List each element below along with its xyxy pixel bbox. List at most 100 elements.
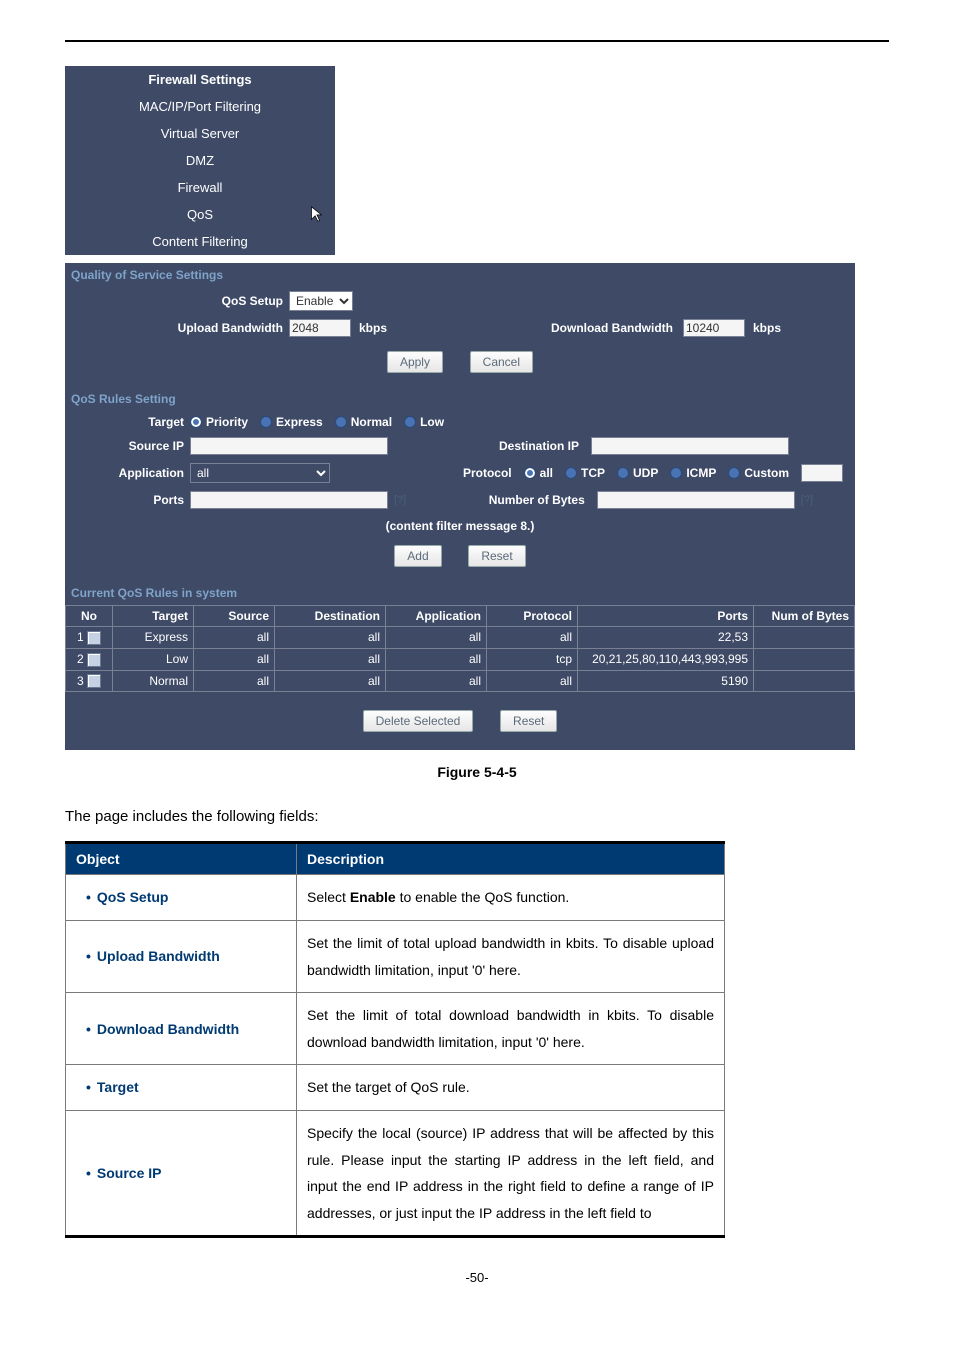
row3-dest: all (275, 670, 386, 692)
download-bw-input[interactable] (683, 319, 745, 337)
nav-item-dmz[interactable]: DMZ (65, 147, 335, 174)
bytes-label: Number of Bytes (489, 493, 591, 507)
nav-item-qos-label: QoS (187, 207, 213, 222)
application-select[interactable]: all (190, 463, 330, 483)
row2-checkbox[interactable] (87, 653, 101, 667)
reset-button[interactable]: Reset (468, 545, 525, 567)
row3-ports: 5190 (578, 670, 754, 692)
th-protocol: Protocol (487, 606, 578, 627)
download-bw-unit: kbps (745, 321, 789, 335)
cancel-button[interactable]: Cancel (470, 351, 533, 373)
row1-app: all (386, 627, 487, 649)
th-numbytes: Num of Bytes (754, 606, 855, 627)
row2-bytes (754, 648, 855, 670)
row2-dest: all (275, 648, 386, 670)
apply-button[interactable]: Apply (387, 351, 443, 373)
source-ip-input[interactable] (190, 437, 388, 455)
upload-bw-label: Upload Bandwidth (71, 321, 289, 335)
desc-obj-target: •Target (66, 1065, 297, 1111)
row2-no: 2 (77, 652, 84, 666)
desc-val-qossetup: Select Enable to enable the QoS function… (297, 875, 725, 921)
table-row: 2 Low all all all tcp 20,21,25,80,110,44… (66, 648, 855, 670)
th-source: Source (194, 606, 275, 627)
desc-obj-download: •Download Bandwidth (66, 993, 297, 1065)
row1-checkbox[interactable] (87, 631, 101, 645)
target-radio-priority[interactable] (190, 416, 202, 428)
row2-ports: 20,21,25,80,110,443,993,995 (578, 648, 754, 670)
row1-bytes (754, 627, 855, 649)
row1-no: 1 (77, 630, 84, 644)
add-button[interactable]: Add (394, 545, 441, 567)
upload-bw-input[interactable] (289, 319, 351, 337)
row3-proto: all (487, 670, 578, 692)
qos-setup-select[interactable]: Enable (289, 291, 353, 311)
nav-item-firewall[interactable]: Firewall (65, 174, 335, 201)
nav-item-mac[interactable]: MAC/IP/Port Filtering (65, 93, 335, 120)
target-radio-low[interactable] (404, 416, 416, 428)
figure-caption: Figure 5-4-5 (65, 764, 889, 780)
protocol-custom-input[interactable] (801, 464, 843, 482)
source-ip-label: Source IP (71, 439, 190, 453)
row3-no: 3 (77, 674, 84, 688)
bytes-input[interactable] (597, 491, 795, 509)
protocol-radio-all[interactable] (524, 467, 536, 479)
desc-val-sourceip: Specify the local (source) IP address th… (297, 1111, 725, 1237)
reset-rules-button[interactable]: Reset (500, 710, 557, 732)
content-filter-message: (content filter message 8.) (65, 513, 855, 535)
page-footer: -50- (65, 1270, 889, 1285)
protocol-opt-custom: Custom (744, 466, 801, 480)
row1-source: all (194, 627, 275, 649)
desc-obj-qossetup: •QoS Setup (66, 875, 297, 921)
th-application: Application (386, 606, 487, 627)
ports-input[interactable] (190, 491, 388, 509)
current-rules-title: Current QoS Rules in system (65, 581, 855, 605)
protocol-radio-tcp[interactable] (565, 467, 577, 479)
protocol-opt-icmp: ICMP (686, 466, 728, 480)
row2-app: all (386, 648, 487, 670)
protocol-radio-custom[interactable] (728, 467, 740, 479)
desc-val-download: Set the limit of total download bandwidt… (297, 993, 725, 1065)
protocol-radio-icmp[interactable] (670, 467, 682, 479)
ports-help-icon[interactable]: [?] (388, 494, 412, 506)
protocol-opt-udp: UDP (633, 466, 670, 480)
target-radio-normal[interactable] (335, 416, 347, 428)
nav-header: Firewall Settings (65, 66, 335, 93)
target-opt-normal: Normal (351, 415, 404, 429)
desc-val-target: Set the target of QoS rule. (297, 1065, 725, 1111)
nav-item-virtualserver[interactable]: Virtual Server (65, 120, 335, 147)
upload-bw-unit: kbps (351, 321, 395, 335)
description-table: Object Description •QoS Setup Select Ena… (65, 841, 725, 1238)
row3-checkbox[interactable] (87, 674, 101, 688)
row1-target: Express (113, 627, 194, 649)
target-opt-low: Low (420, 415, 456, 429)
download-bw-label: Download Bandwidth (551, 321, 679, 335)
protocol-label: Protocol (463, 466, 518, 480)
qos-settings-title: Quality of Service Settings (65, 263, 855, 287)
ports-label: Ports (71, 493, 190, 507)
target-opt-express: Express (276, 415, 335, 429)
th-destination: Destination (275, 606, 386, 627)
nav-item-contentfiltering[interactable]: Content Filtering (65, 228, 335, 255)
nav-item-qos[interactable]: QoS (65, 201, 335, 228)
desc-th-object: Object (66, 843, 297, 875)
rules-setting-title: QoS Rules Setting (65, 387, 855, 411)
destination-ip-input[interactable] (591, 437, 789, 455)
bytes-help-icon[interactable]: [?] (795, 494, 819, 506)
target-opt-priority: Priority (206, 415, 260, 429)
th-no: No (66, 606, 113, 627)
desc-obj-sourceip: •Source IP (66, 1111, 297, 1237)
target-radio-express[interactable] (260, 416, 272, 428)
row3-source: all (194, 670, 275, 692)
qos-setup-label: QoS Setup (71, 294, 289, 308)
table-row: 3 Normal all all all all 5190 (66, 670, 855, 692)
application-label: Application (71, 466, 190, 480)
row2-target: Low (113, 648, 194, 670)
desc-th-description: Description (297, 843, 725, 875)
delete-selected-button[interactable]: Delete Selected (363, 710, 474, 732)
row1-ports: 22,53 (578, 627, 754, 649)
destination-ip-label: Destination IP (499, 439, 585, 453)
cursor-icon (307, 205, 325, 226)
row2-source: all (194, 648, 275, 670)
protocol-radio-udp[interactable] (617, 467, 629, 479)
row1-proto: all (487, 627, 578, 649)
